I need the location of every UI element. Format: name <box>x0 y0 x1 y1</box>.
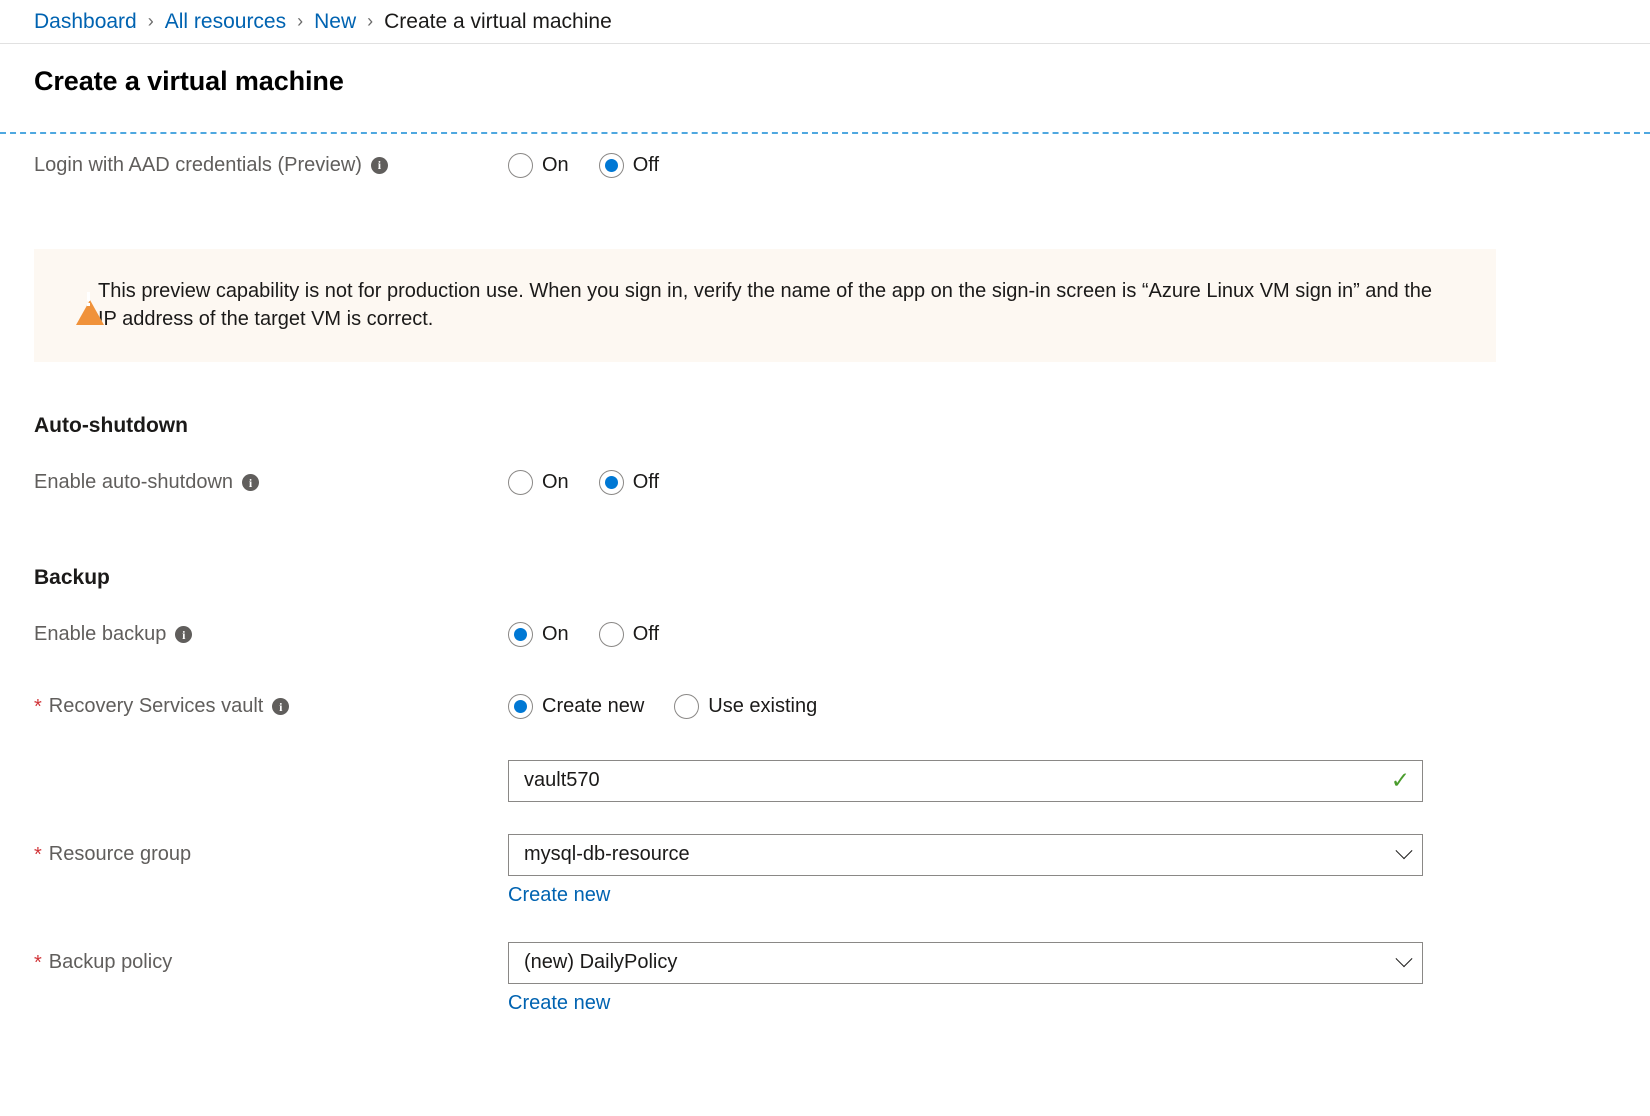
radio-circle-icon <box>598 622 624 648</box>
enable-auto-shutdown-radio-off[interactable]: Off <box>598 470 659 496</box>
required-asterisk: * <box>34 695 42 718</box>
enable-backup-radio-off[interactable]: Off <box>598 622 659 648</box>
resource-group-row: * Resource group mysql-db-resource <box>34 833 1616 877</box>
enable-auto-shutdown-label: Enable auto-shutdown <box>34 471 234 494</box>
recovery-services-vault-radio-group: Create new Use existing <box>508 694 1616 720</box>
backup-section-title: Backup <box>34 565 110 589</box>
resource-group-select[interactable]: mysql-db-resource <box>508 833 1423 876</box>
vault-radio-use-existing[interactable]: Use existing <box>674 694 818 720</box>
vault-radio-use-existing-label: Use existing <box>708 695 818 718</box>
enable-auto-shutdown-radio-group: On Off <box>508 470 1616 496</box>
aad-login-radio-on-label: On <box>542 153 569 176</box>
vault-radio-create-new[interactable]: Create new <box>508 694 645 720</box>
aad-login-radio-on[interactable]: On <box>508 152 569 178</box>
enable-backup-radio-on[interactable]: On <box>508 622 569 648</box>
resource-group-create-new-row: Create new <box>34 880 1616 912</box>
aad-login-radio-off-label: Off <box>632 153 659 176</box>
enable-backup-radio-on-label: On <box>542 623 569 646</box>
resource-group-label-group: * Resource group <box>34 843 508 866</box>
resource-group-value: mysql-db-resource <box>524 843 690 866</box>
info-icon[interactable]: i <box>242 474 260 492</box>
breadcrumb-separator-icon: › <box>367 11 374 31</box>
radio-circle-icon <box>598 152 624 178</box>
enable-backup-radio-group: On Off <box>508 622 1616 648</box>
enable-auto-shutdown-radio-on-label: On <box>542 471 569 494</box>
enable-auto-shutdown-radio-on[interactable]: On <box>508 470 569 496</box>
enable-auto-shutdown-label-group: Enable auto-shutdown i <box>34 471 508 494</box>
enable-backup-radio-off-label: Off <box>632 623 659 646</box>
backup-policy-row: * Backup policy (new) DailyPolicy <box>34 941 1616 985</box>
enable-auto-shutdown-row: Enable auto-shutdown i On Off <box>34 456 1616 510</box>
radio-circle-icon <box>508 694 533 720</box>
recovery-services-vault-label-group: * Recovery Services vault i <box>34 695 508 718</box>
validation-check-icon: ✓ <box>1390 767 1410 794</box>
info-icon[interactable]: i <box>272 698 290 716</box>
chevron-down-icon <box>1395 842 1413 860</box>
info-icon[interactable]: i <box>370 156 388 174</box>
backup-policy-label: Backup policy <box>48 951 173 974</box>
page-title: Create a virtual machine <box>34 66 344 96</box>
backup-policy-create-new-row: Create new <box>34 988 1616 1020</box>
radio-circle-icon <box>598 470 624 496</box>
recovery-services-vault-label: Recovery Services vault <box>48 695 264 718</box>
enable-backup-row: Enable backup i On Off <box>34 608 1616 662</box>
vault-radio-create-new-label: Create new <box>542 695 645 718</box>
enable-backup-label-group: Enable backup i <box>34 623 508 646</box>
info-icon[interactable]: i <box>175 626 193 644</box>
aad-login-label-group: Login with AAD credentials (Preview) i <box>34 154 508 177</box>
radio-circle-icon <box>674 694 700 720</box>
backup-policy-create-new-link[interactable]: Create new <box>508 992 610 1015</box>
breadcrumb-item-all-resources[interactable]: All resources <box>165 10 286 34</box>
vault-name-row: vault570 ✓ <box>34 759 1616 803</box>
backup-policy-select[interactable]: (new) DailyPolicy <box>508 941 1423 984</box>
breadcrumb-item-dashboard[interactable]: Dashboard <box>34 10 137 34</box>
aad-login-radio-off[interactable]: Off <box>598 152 659 178</box>
backup-policy-value: (new) DailyPolicy <box>524 951 678 974</box>
required-asterisk: * <box>34 843 42 866</box>
breadcrumb-separator-icon: › <box>147 11 154 31</box>
preview-warning-text: This preview capability is not for produ… <box>98 280 1433 331</box>
backup-policy-label-group: * Backup policy <box>34 951 508 974</box>
breadcrumb-item-create-a-virtual-machine: Create a virtual machine <box>384 9 612 33</box>
recovery-services-vault-row: * Recovery Services vault i Create new U… <box>34 682 1616 732</box>
vault-name-value: vault570 <box>524 769 600 792</box>
breadcrumb: Dashboard › All resources › New › Create… <box>0 0 1650 44</box>
radio-circle-icon <box>508 470 533 496</box>
resource-group-label: Resource group <box>48 843 192 866</box>
breadcrumb-separator-icon: › <box>297 11 304 31</box>
preview-warning-banner: This preview capability is not for produ… <box>34 249 1496 362</box>
chevron-down-icon <box>1395 950 1413 968</box>
required-asterisk: * <box>34 951 42 974</box>
breadcrumb-item-new[interactable]: New <box>314 10 356 34</box>
enable-auto-shutdown-radio-off-label: Off <box>632 471 659 494</box>
aad-login-radio-group: On Off <box>508 152 1616 178</box>
enable-backup-label: Enable backup <box>34 623 167 646</box>
aad-login-label: Login with AAD credentials (Preview) <box>34 153 362 176</box>
radio-circle-icon <box>508 152 533 178</box>
aad-login-row: Login with AAD credentials (Preview) i O… <box>34 134 1616 196</box>
vault-name-input[interactable]: vault570 ✓ <box>508 759 1423 802</box>
auto-shutdown-section-title: Auto-shutdown <box>34 413 188 437</box>
resource-group-create-new-link[interactable]: Create new <box>508 884 610 907</box>
radio-circle-icon <box>508 622 533 648</box>
